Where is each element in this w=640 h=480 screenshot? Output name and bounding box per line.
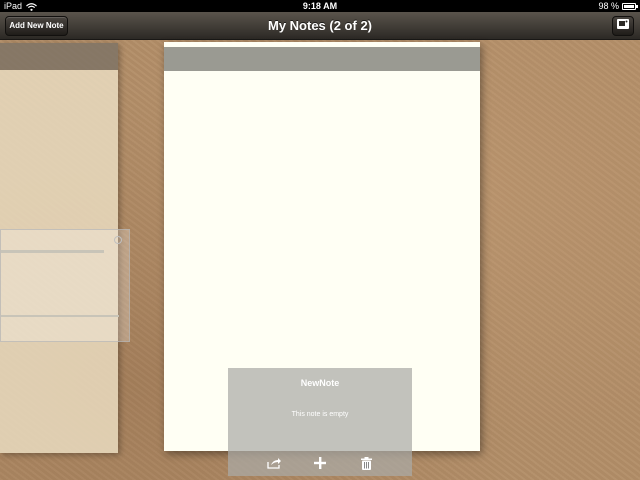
share-icon[interactable]	[266, 455, 282, 471]
battery-percent: 98 %	[598, 1, 619, 11]
note-header-bar	[164, 47, 480, 71]
battery-icon	[622, 2, 638, 10]
previous-note-header	[0, 43, 118, 70]
overlay-line	[1, 250, 104, 253]
overlay-handle	[114, 236, 122, 244]
note-empty-message: This note is empty	[291, 411, 349, 418]
add-icon[interactable]	[312, 455, 328, 471]
photo-camera-icon	[616, 17, 630, 35]
navigation-bar: Add New Note My Notes (2 of 2)	[0, 12, 640, 40]
note-toolbar	[228, 450, 412, 476]
trash-icon[interactable]	[358, 455, 374, 471]
status-bar: iPad 9:18 AM 98 %	[0, 0, 640, 12]
note-info-panel: NewNote This note is empty	[228, 368, 412, 476]
status-time: 9:18 AM	[302, 1, 338, 11]
overlay-line	[1, 315, 119, 317]
note-title: NewNote	[300, 378, 340, 388]
previous-note-overlay	[0, 229, 130, 342]
status-right: 98 %	[598, 0, 638, 12]
page-title: My Notes (2 of 2)	[267, 18, 372, 33]
photo-button[interactable]	[612, 16, 634, 36]
